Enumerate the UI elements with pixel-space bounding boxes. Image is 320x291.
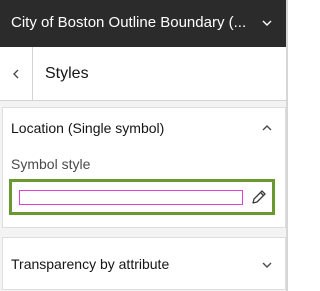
panel-edge — [286, 0, 288, 291]
chevron-up-icon[interactable] — [261, 122, 273, 134]
page-title: Styles — [45, 65, 89, 82]
edit-symbol-button[interactable] — [249, 187, 269, 207]
symbol-style-swatch[interactable] — [19, 190, 243, 205]
chevron-down-icon[interactable] — [261, 259, 273, 271]
styles-nav: Styles — [0, 47, 288, 101]
back-button[interactable] — [0, 47, 33, 100]
location-heading[interactable]: Location (Single symbol) — [11, 120, 164, 137]
pencil-icon — [252, 190, 266, 204]
chevron-down-icon[interactable] — [260, 16, 274, 30]
layer-header[interactable]: City of Boston Outline Boundary (... — [0, 0, 288, 47]
transparency-heading[interactable]: Transparency by attribute — [11, 256, 169, 273]
symbol-style-label: Symbol style — [11, 156, 91, 172]
chevron-left-icon — [13, 69, 19, 78]
layer-title: City of Boston Outline Boundary (... — [11, 14, 247, 31]
